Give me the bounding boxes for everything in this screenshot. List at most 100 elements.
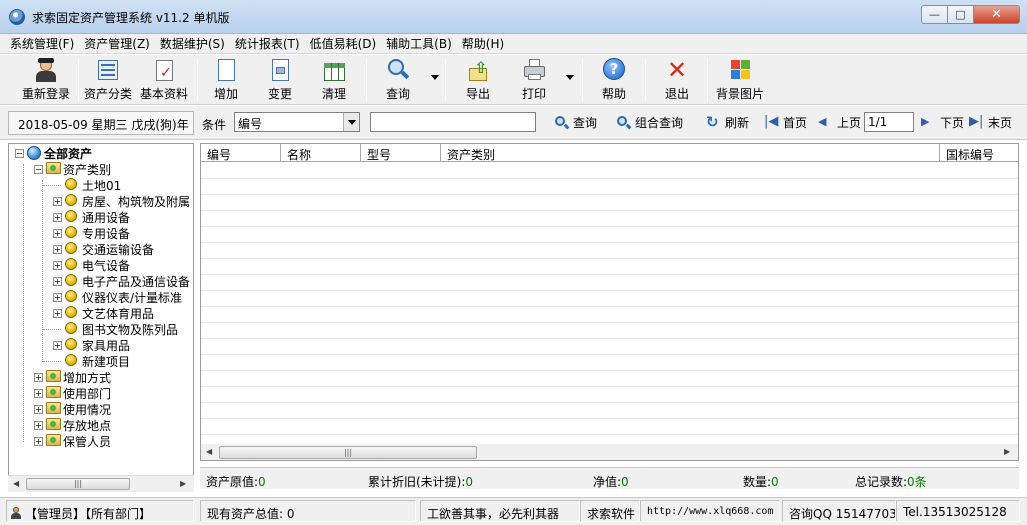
print-dropdown-icon[interactable]	[566, 75, 574, 80]
expand-icon[interactable]: +	[53, 244, 62, 254]
column-header-gb-code[interactable]: 国标编号	[940, 144, 1018, 162]
tree-item-general-equipment[interactable]: + 通用设备	[53, 209, 130, 225]
keyword-input[interactable]	[370, 112, 536, 132]
menu-data[interactable]: 数据维护(S)	[160, 35, 225, 52]
table-row[interactable]	[201, 323, 1018, 339]
refresh-button[interactable]: ↻ 刷新	[706, 114, 749, 131]
tree-root[interactable]: − 全部资产	[15, 145, 92, 161]
table-row[interactable]	[201, 243, 1018, 259]
scroll-right-icon[interactable]: ▶	[1004, 447, 1010, 456]
tree-item-location[interactable]: + 存放地点	[34, 417, 111, 433]
table-row[interactable]	[201, 163, 1018, 179]
tree-horizontal-scrollbar[interactable]: ◀ ||| ▶	[8, 475, 194, 492]
close-button[interactable]: ✕	[974, 5, 1020, 24]
condition-select[interactable]: 编号	[234, 112, 360, 132]
menu-help[interactable]: 帮助(H)	[462, 35, 504, 52]
table-row[interactable]	[201, 179, 1018, 195]
query-dropdown-icon[interactable]	[431, 75, 439, 80]
table-row[interactable]	[201, 195, 1018, 211]
expand-icon[interactable]: +	[34, 420, 43, 430]
column-header-model[interactable]: 型号	[361, 144, 441, 162]
scroll-left-icon[interactable]: ◀	[206, 447, 212, 456]
change-button[interactable]: 变更	[254, 57, 306, 103]
table-row[interactable]	[201, 259, 1018, 275]
tree-item-sports[interactable]: + 文艺体育用品	[53, 305, 154, 321]
scrollbar-thumb[interactable]: |||	[219, 446, 477, 459]
expand-icon[interactable]: +	[34, 372, 43, 382]
scroll-left-icon[interactable]: ◀	[13, 479, 19, 488]
add-button[interactable]: 增加	[200, 57, 252, 103]
export-button[interactable]: ⇧ 导出	[450, 57, 506, 103]
minimize-button[interactable]: —	[921, 5, 948, 24]
prev-page-button[interactable]: ◀ 上页	[818, 114, 861, 131]
expand-icon[interactable]: +	[53, 228, 62, 238]
table-row[interactable]	[201, 339, 1018, 355]
tree-item-special-equipment[interactable]: + 专用设备	[53, 225, 130, 241]
expand-icon[interactable]: +	[53, 340, 62, 350]
table-row[interactable]	[201, 387, 1018, 403]
column-header-code[interactable]: 编号	[201, 144, 281, 162]
tree-item-category[interactable]: − 资产类别	[34, 161, 111, 177]
table-row[interactable]	[201, 211, 1018, 227]
expand-icon[interactable]: +	[53, 308, 62, 318]
expand-icon[interactable]: +	[34, 404, 43, 414]
status-url[interactable]: http://www.xlq668.com	[640, 500, 780, 522]
category-button[interactable]: 资产分类	[80, 57, 136, 103]
menu-asset[interactable]: 资产管理(Z)	[84, 35, 150, 52]
exit-button[interactable]: ✕ 退出	[650, 56, 704, 103]
tree-item-department[interactable]: + 使用部门	[34, 385, 111, 401]
table-row[interactable]	[201, 227, 1018, 243]
table-row[interactable]	[201, 403, 1018, 419]
maximize-button[interactable]: □	[948, 5, 974, 24]
tree-item-usage[interactable]: + 使用情况	[34, 401, 111, 417]
table-row[interactable]	[201, 371, 1018, 387]
menu-report[interactable]: 统计报表(T)	[235, 35, 300, 52]
table-row[interactable]	[201, 275, 1018, 291]
background-image-button[interactable]: 背景图片	[712, 57, 768, 103]
collapse-icon[interactable]: −	[15, 148, 24, 158]
last-page-button[interactable]: ▶| 末页	[969, 114, 1012, 131]
first-page-button[interactable]: |◀ 首页	[764, 114, 807, 131]
expand-icon[interactable]: +	[53, 260, 62, 270]
relogin-button[interactable]: 重新登录	[18, 57, 74, 103]
column-header-name[interactable]: 名称	[281, 144, 361, 162]
tree-item-add-method[interactable]: + 增加方式	[34, 369, 111, 385]
expand-icon[interactable]: +	[53, 292, 62, 302]
expand-icon[interactable]: +	[34, 388, 43, 398]
grid-horizontal-scrollbar[interactable]: ◀ ||| ▶	[201, 444, 1018, 460]
tree-item-building[interactable]: + 房屋、构筑物及附属	[53, 193, 190, 209]
collapse-icon[interactable]: −	[34, 164, 43, 174]
clear-button[interactable]: 清理	[308, 57, 360, 103]
table-row[interactable]	[201, 355, 1018, 371]
tree-item-electronics[interactable]: + 电子产品及通信设备	[53, 273, 190, 289]
basic-info-button[interactable]: ✓ 基本资料	[136, 57, 192, 103]
help-button[interactable]: ? 帮助	[586, 57, 642, 103]
page-input[interactable]: 1/1	[864, 112, 914, 132]
next-page-button[interactable]: ▶ 下页	[921, 114, 964, 131]
tree-item-books[interactable]: 图书文物及陈列品	[43, 321, 178, 337]
expand-icon[interactable]: +	[34, 436, 43, 446]
table-row[interactable]	[201, 307, 1018, 323]
chevron-down-icon[interactable]	[343, 113, 359, 131]
column-header-category[interactable]: 资产类别	[441, 144, 940, 162]
combo-query-button[interactable]: 组合查询	[616, 114, 683, 131]
query-button[interactable]: 查询	[370, 57, 426, 103]
tree-item-furniture[interactable]: + 家具用品	[53, 337, 130, 353]
menu-tools[interactable]: 辅助工具(B)	[386, 35, 452, 52]
print-button[interactable]: 打印	[506, 57, 562, 103]
tree-item-new-project[interactable]: 新建项目	[43, 353, 130, 369]
tree-item-electrical[interactable]: + 电气设备	[53, 257, 130, 273]
search-query-button[interactable]: 查询	[554, 114, 597, 131]
tree-item-transport[interactable]: + 交通运输设备	[53, 241, 154, 257]
tree-item-keeper[interactable]: + 保管人员	[34, 433, 111, 449]
table-row[interactable]	[201, 419, 1018, 435]
table-row[interactable]	[201, 291, 1018, 307]
tree-item-instruments[interactable]: + 仪器仪表/计量标准	[53, 289, 182, 305]
expand-icon[interactable]: +	[53, 196, 62, 206]
menu-consumable[interactable]: 低值易耗(D)	[310, 35, 377, 52]
tree-item-land[interactable]: 土地01	[43, 177, 121, 193]
menu-system[interactable]: 系统管理(F)	[10, 35, 74, 52]
expand-icon[interactable]: +	[53, 212, 62, 222]
expand-icon[interactable]: +	[53, 276, 62, 286]
scrollbar-thumb[interactable]: |||	[26, 478, 130, 490]
